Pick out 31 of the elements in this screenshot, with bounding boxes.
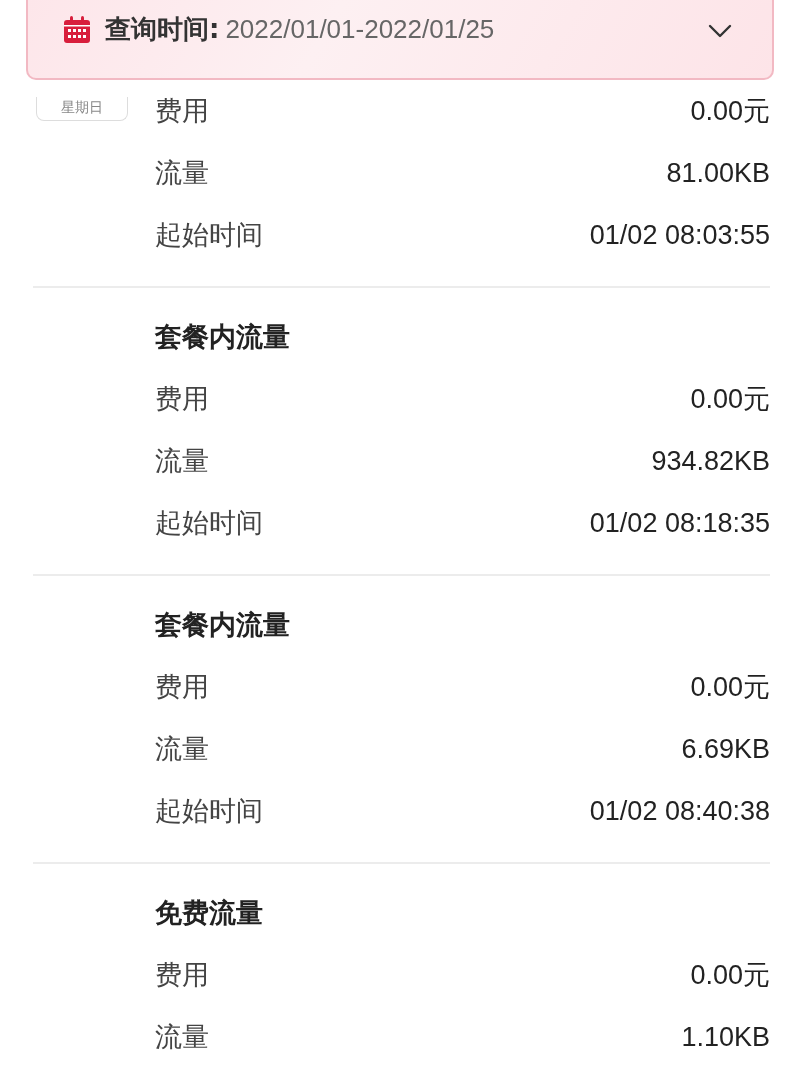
field-label: 流量: [155, 444, 209, 478]
field-value: 0.00元: [690, 383, 770, 416]
query-label: 查询时间:: [105, 13, 220, 46]
field-value: 81.00KB: [666, 157, 770, 189]
field-label: 起始时间: [155, 218, 263, 252]
field-label: 费用: [155, 382, 209, 416]
query-card[interactable]: 查询时间: 2022/01/01-2022/01/25: [26, 0, 774, 80]
record-title: 套餐内流量: [155, 320, 291, 354]
field-value: 01/02 08:18:35: [589, 507, 770, 539]
field-label: 起始时间: [155, 794, 263, 828]
field-value: 934.82KB: [651, 445, 770, 477]
field-value: 6.69KB: [681, 733, 770, 765]
calendar-icon: [62, 15, 92, 45]
record-title: 套餐内流量: [155, 608, 291, 642]
field-label: 费用: [155, 94, 209, 128]
field-label: 费用: [155, 670, 209, 704]
chevron-icon[interactable]: [708, 24, 732, 38]
record-title: 免费流量: [155, 896, 264, 930]
field-value: 0.00元: [690, 959, 770, 992]
field-value: 1.10KB: [681, 1021, 770, 1053]
weekday-badge: 星期日: [36, 97, 128, 121]
field-label: 流量: [155, 156, 209, 190]
field-value: 0.00元: [690, 671, 770, 704]
field-value: 0.00元: [690, 95, 770, 128]
field-label: 起始时间: [155, 506, 263, 540]
field-label: 流量: [155, 1020, 209, 1054]
field-value: 01/02 08:40:38: [589, 795, 770, 827]
field-label: 费用: [155, 958, 209, 992]
field-value: 01/02 08:03:55: [589, 219, 770, 251]
query-range: 2022/01/01-2022/01/25: [225, 13, 495, 46]
field-label: 流量: [155, 732, 209, 766]
